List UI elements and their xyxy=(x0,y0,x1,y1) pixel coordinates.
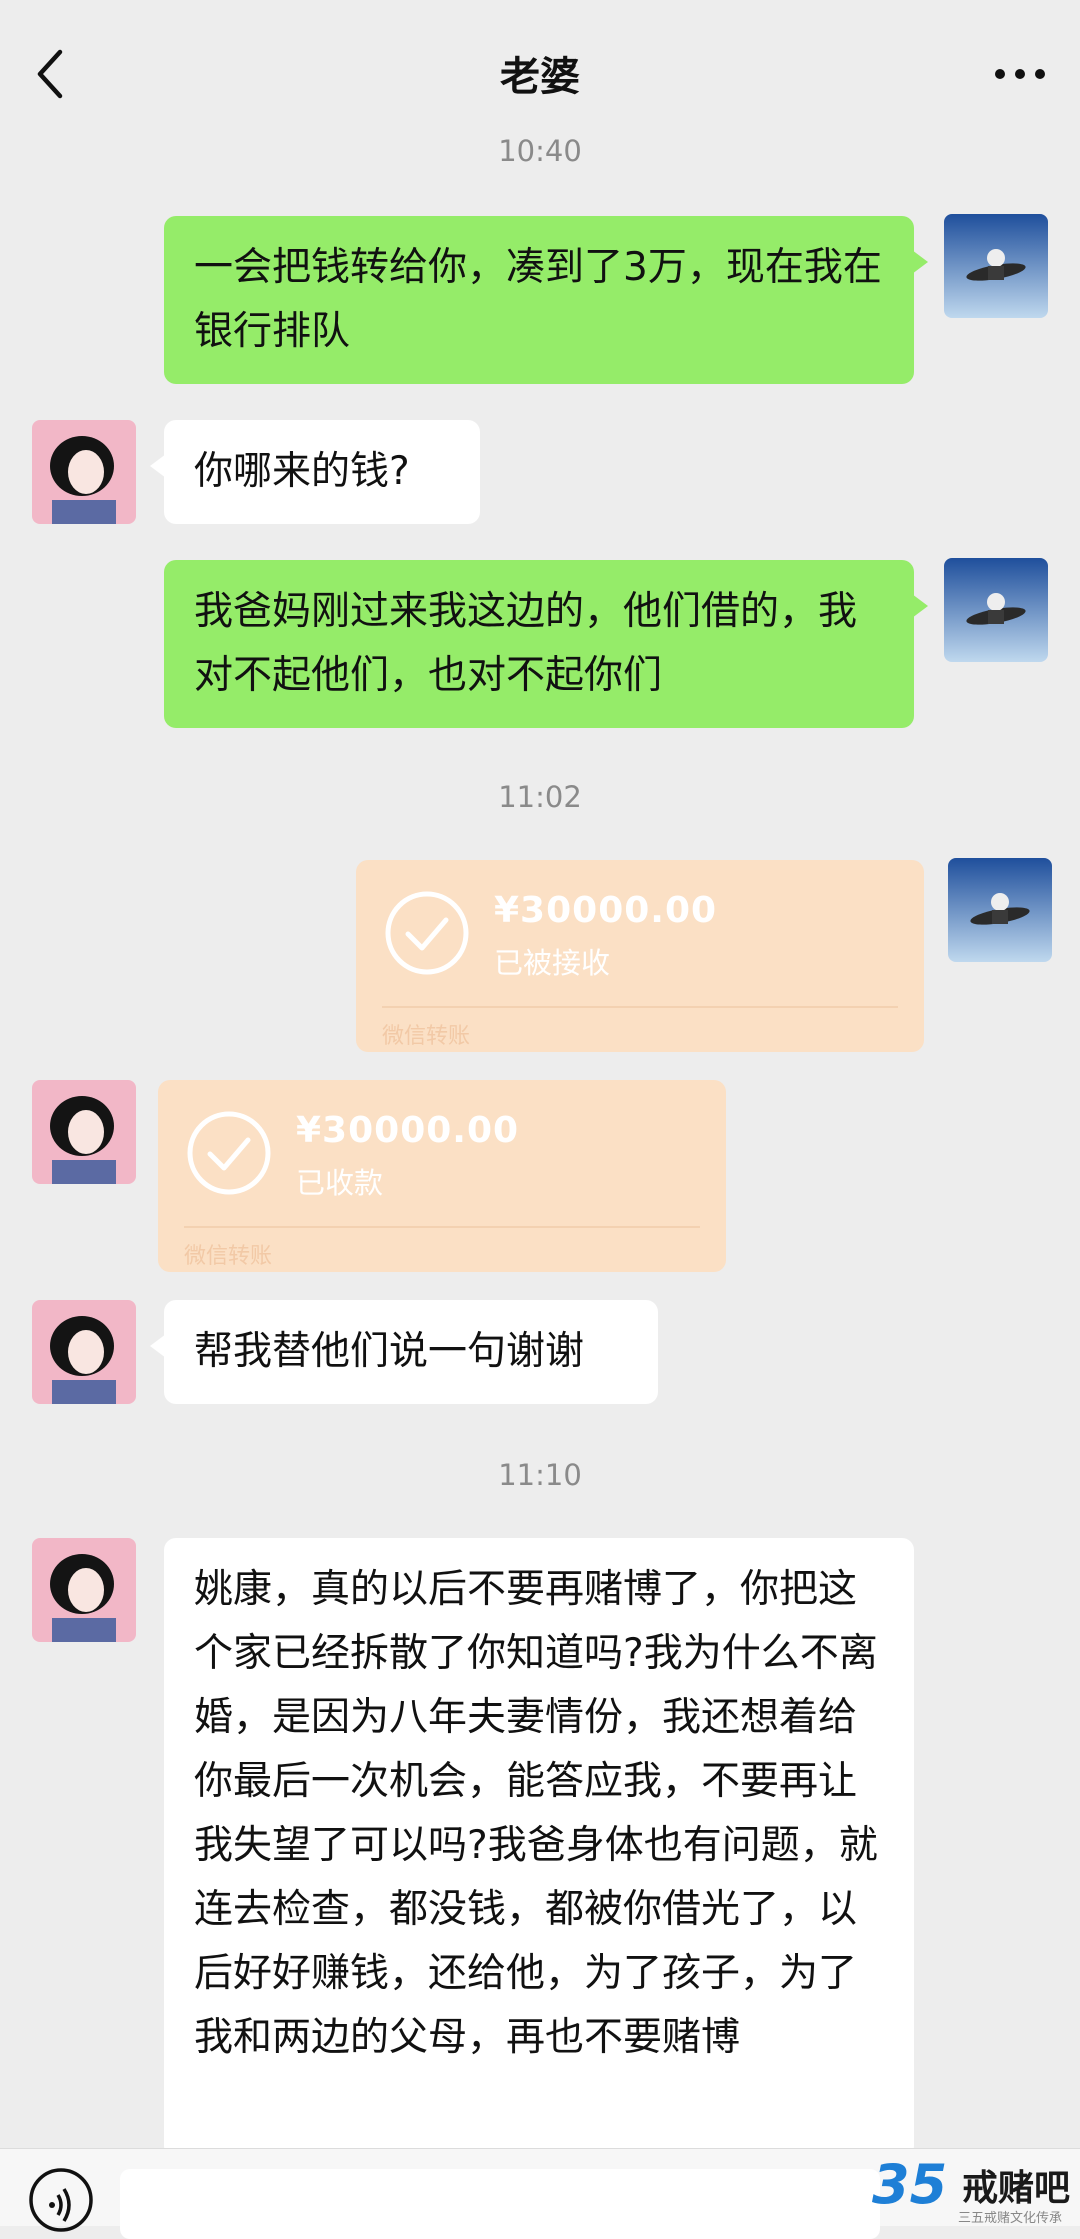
more-icon[interactable] xyxy=(994,66,1046,82)
wife-avatar[interactable] xyxy=(32,1080,136,1184)
watermark-text: 戒赌吧 xyxy=(962,2168,1071,2209)
received-message-long[interactable]: 姚康，真的以后不要再赌博了，你把这个家已经拆散了你知道吗?我为什么不离婚，是因为… xyxy=(164,1538,914,2158)
transfer-status: 已被接收 xyxy=(494,946,611,980)
sent-message[interactable]: 我爸妈刚过来我这边的，他们借的，我对不起他们，也对不起你们 xyxy=(164,560,928,728)
check-icon xyxy=(187,1111,271,1195)
my-avatar[interactable] xyxy=(944,214,1048,318)
received-message[interactable]: 你哪来的钱? xyxy=(150,420,480,524)
my-avatar[interactable] xyxy=(948,858,1052,962)
divider xyxy=(184,1226,700,1228)
chat-header: 老婆 xyxy=(0,0,1080,140)
message-input[interactable] xyxy=(120,2169,880,2239)
check-icon xyxy=(385,891,469,975)
transfer-label: 微信转账 xyxy=(184,1244,273,1269)
wife-avatar[interactable] xyxy=(32,1538,136,1642)
watermark-number: 35 xyxy=(872,2153,948,2216)
wife-avatar[interactable] xyxy=(32,420,136,524)
transfer-amount: ¥30000.00 xyxy=(494,890,718,931)
voice-icon[interactable] xyxy=(28,2167,94,2233)
wife-avatar[interactable] xyxy=(32,1300,136,1404)
transfer-card-sent[interactable]: ¥30000.00 已被接收 微信转账 xyxy=(356,860,924,1052)
my-avatar[interactable] xyxy=(944,558,1048,662)
watermark-logo: 35 戒赌吧 三五戒赌文化传承 xyxy=(872,2153,1080,2226)
transfer-label: 微信转账 xyxy=(382,1024,471,1049)
watermark-subtext: 三五戒赌文化传承 xyxy=(958,2211,1063,2226)
sent-message[interactable]: 一会把钱转给你，凑到了3万，现在我在银行排队 xyxy=(164,216,928,384)
input-bar: 35 戒赌吧 三五戒赌文化传承 xyxy=(0,2148,1080,2239)
chat-title: 老婆 xyxy=(500,54,580,100)
timestamp: 11:10 xyxy=(498,1458,582,1492)
transfer-status: 已收款 xyxy=(296,1166,384,1200)
timestamp: 11:02 xyxy=(498,780,582,814)
transfer-card-received[interactable]: ¥30000.00 已收款 微信转账 xyxy=(158,1080,726,1272)
timestamp: 10:40 xyxy=(498,134,582,168)
received-message[interactable]: 帮我替他们说一句谢谢 xyxy=(150,1300,658,1404)
divider xyxy=(382,1006,898,1008)
transfer-amount: ¥30000.00 xyxy=(296,1110,520,1151)
